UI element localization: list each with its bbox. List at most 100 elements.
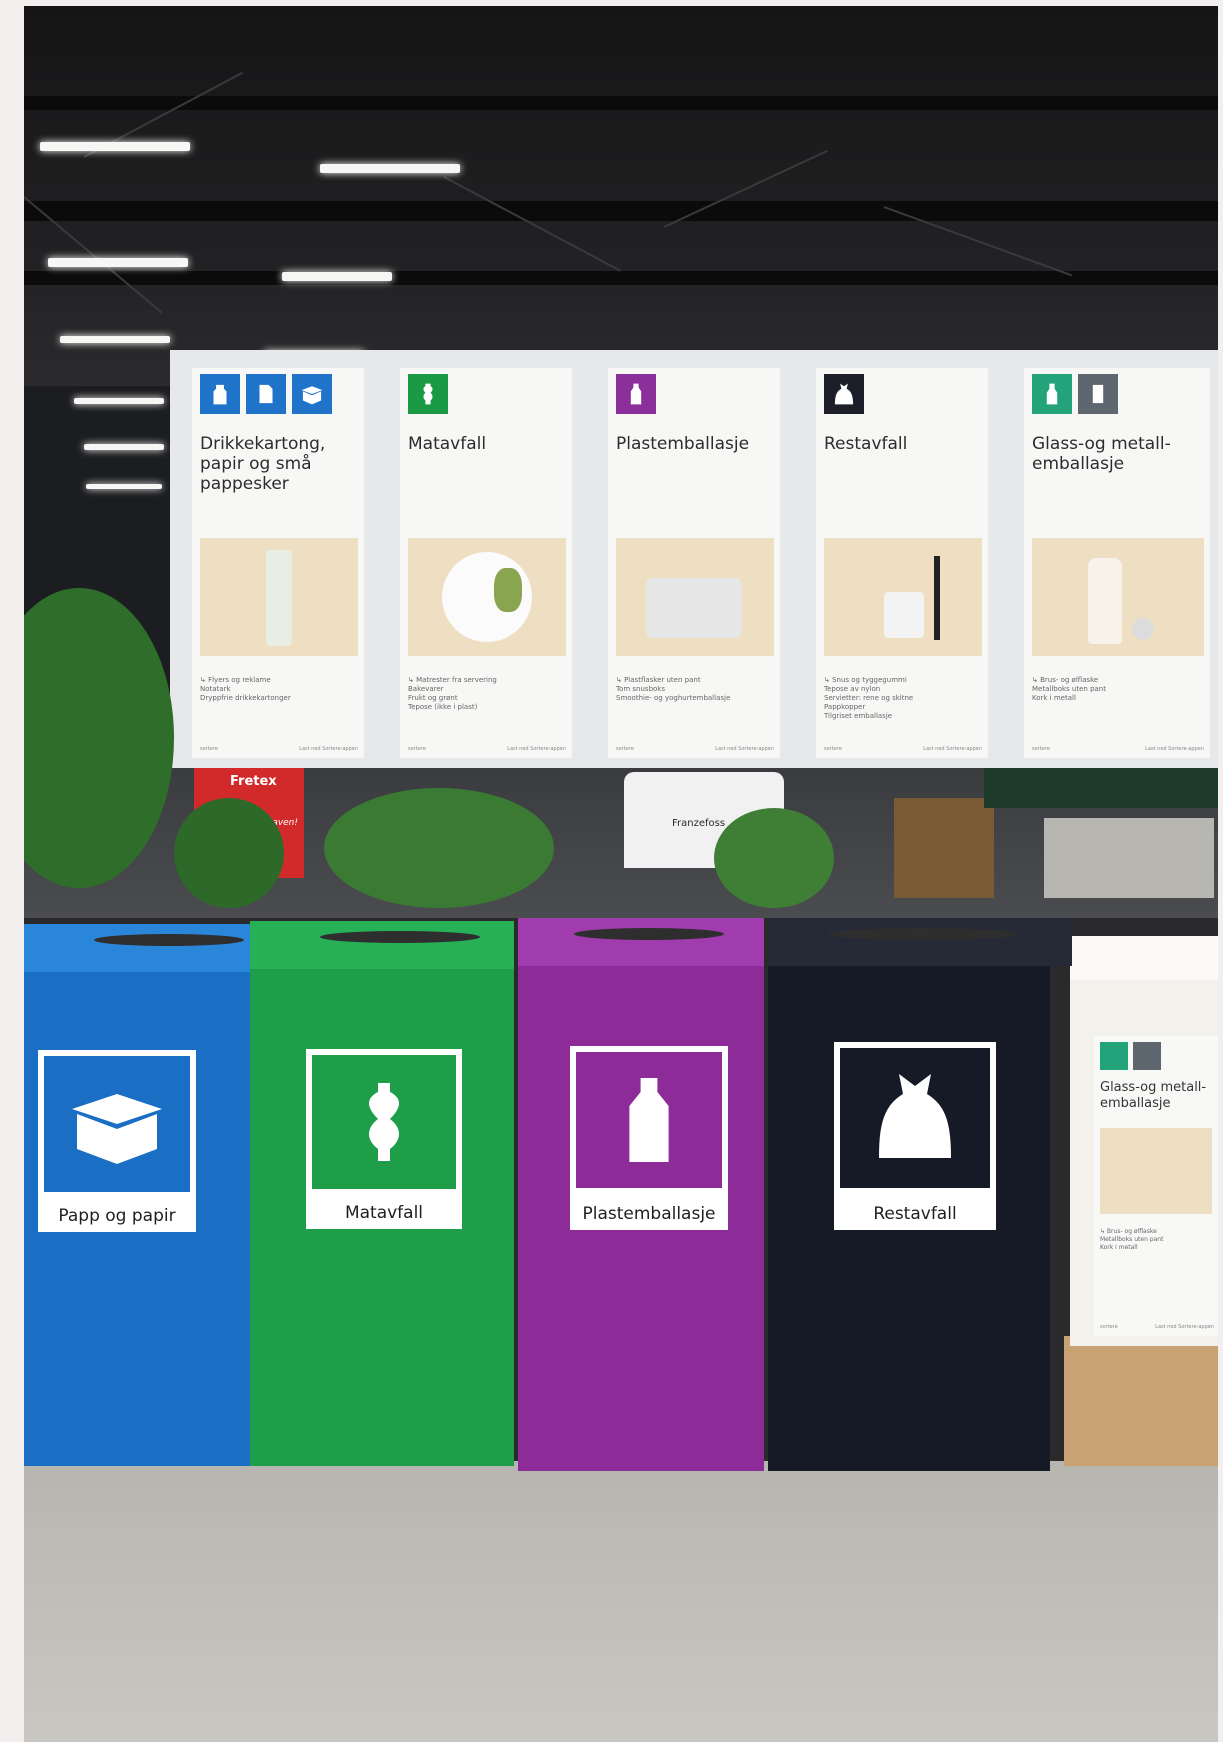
bottle-icon bbox=[576, 1052, 722, 1188]
trash-bag-icon bbox=[840, 1048, 990, 1188]
box-icon bbox=[292, 374, 332, 414]
bin-sticker: Matavfall bbox=[306, 1049, 462, 1229]
panel-notes: ↳ Plastflasker uten pant Tom snusboks Sm… bbox=[616, 676, 731, 702]
pen bbox=[934, 556, 940, 640]
carton-icon bbox=[200, 374, 240, 414]
sorting-banner: Drikkekartong, papir og små pappesker ↳ … bbox=[170, 350, 1218, 768]
glass-bottle-icon bbox=[1032, 374, 1072, 414]
box-sign-photo bbox=[1100, 1128, 1212, 1214]
metal-lid bbox=[1132, 618, 1154, 640]
panel-notes: ↳ Snus og tyggegummi Tepose av nylon Ser… bbox=[824, 676, 914, 720]
panel-notes: ↳ Brus- og ølflaske Metallboks uten pant… bbox=[1032, 676, 1106, 702]
panel-title: Matavfall bbox=[408, 434, 487, 454]
ceiling-light bbox=[74, 398, 164, 404]
wooden-crate bbox=[894, 798, 994, 898]
banner-panel-plastic: Plastemballasje ↳ Plastflasker uten pant… bbox=[608, 368, 780, 758]
ceiling-beam bbox=[24, 96, 1218, 110]
app-hint: Last ned Sortere-appen bbox=[1155, 1324, 1214, 1330]
brand-logo: sortere bbox=[200, 746, 218, 752]
trash-bag-icon bbox=[824, 374, 864, 414]
plant bbox=[174, 798, 284, 908]
panel-title: Restavfall bbox=[824, 434, 908, 454]
box-sign-title: Glass-og metall- emballasje bbox=[1100, 1080, 1207, 1111]
bin-opening bbox=[94, 934, 244, 946]
plant bbox=[324, 788, 554, 908]
bin-label: Matavfall bbox=[344, 1203, 424, 1223]
ceiling-light bbox=[320, 164, 460, 173]
bin-opening bbox=[320, 931, 480, 943]
ceiling-light bbox=[84, 444, 164, 450]
banner-panel-paper: Drikkekartong, papir og små pappesker ↳ … bbox=[192, 368, 364, 758]
glass-bottle-icon bbox=[1100, 1042, 1128, 1070]
white-chairs bbox=[1044, 818, 1214, 898]
box-sign: Glass-og metall- emballasje ↳ Brus- og ø… bbox=[1094, 1036, 1218, 1336]
ceiling bbox=[24, 6, 1218, 386]
bin-paper: Papp og papir bbox=[24, 924, 260, 1466]
bin-opening bbox=[828, 928, 1018, 940]
bin-label: Papp og papir bbox=[58, 1206, 176, 1226]
bin-lid bbox=[250, 921, 514, 969]
can-icon bbox=[1078, 374, 1118, 414]
ceiling-light bbox=[40, 142, 190, 151]
bin-sticker: Plastemballasje bbox=[570, 1046, 728, 1230]
brand-logo: sortere bbox=[1100, 1324, 1118, 1330]
booth-wall bbox=[984, 768, 1218, 808]
bin-lid bbox=[24, 924, 260, 972]
app-hint: Last ned Sortere-appen bbox=[1145, 746, 1204, 752]
bin-label: Restavfall bbox=[873, 1204, 957, 1224]
apple-core-icon bbox=[408, 374, 448, 414]
bin-label: Plastemballasje bbox=[582, 1204, 716, 1224]
ceiling-light bbox=[48, 258, 188, 267]
bin-residual: Restavfall bbox=[768, 918, 1072, 1471]
panel-photo bbox=[200, 538, 358, 656]
brand-logo: sortere bbox=[1032, 746, 1050, 752]
box-sign-notes: ↳ Brus- og ølflaske Metallboks uten pant… bbox=[1100, 1228, 1164, 1251]
ceiling-light bbox=[282, 272, 392, 281]
banner-panel-food: Matavfall ↳ Matrester fra servering Bake… bbox=[400, 368, 572, 758]
panel-title: Glass-og metall- emballasje bbox=[1032, 434, 1171, 474]
ceiling-light bbox=[86, 484, 162, 489]
exhibition-background: Fretex Takk for gaven! Franzefoss bbox=[24, 588, 1218, 918]
apple-core-icon bbox=[312, 1055, 456, 1189]
pallet bbox=[1064, 1336, 1218, 1466]
brand-logo: sortere bbox=[616, 746, 634, 752]
bin-opening bbox=[574, 928, 724, 940]
bin-sticker: Papp og papir bbox=[38, 1050, 196, 1232]
can-icon bbox=[1133, 1042, 1161, 1070]
floor bbox=[24, 1461, 1218, 1742]
bin-food: Matavfall bbox=[250, 921, 514, 1466]
app-hint: Last ned Sortere-appen bbox=[923, 746, 982, 752]
milk-carton bbox=[266, 550, 292, 646]
truck-logo: Franzefoss bbox=[672, 818, 726, 829]
ceiling-beam bbox=[24, 271, 1218, 285]
panel-photo bbox=[824, 538, 982, 656]
ceiling-beam bbox=[24, 201, 1218, 221]
app-hint: Last ned Sortere-appen bbox=[507, 746, 566, 752]
panel-notes: ↳ Matrester fra servering Bakevarer Fruk… bbox=[408, 676, 497, 711]
truss bbox=[443, 176, 622, 272]
plant bbox=[714, 808, 834, 908]
panel-title: Plastemballasje bbox=[616, 434, 750, 454]
plastic-tub bbox=[646, 578, 742, 638]
bin-lid bbox=[518, 918, 764, 966]
food bbox=[494, 568, 522, 612]
bin-plastic: Plastemballasje bbox=[518, 918, 764, 1471]
bin-sticker: Restavfall bbox=[834, 1042, 996, 1230]
bottle-icon bbox=[616, 374, 656, 414]
glass-bottle bbox=[1088, 558, 1122, 644]
photo: Drikkekartong, papir og små pappesker ↳ … bbox=[24, 6, 1218, 1742]
brand-logo: sortere bbox=[824, 746, 842, 752]
panel-photo bbox=[408, 538, 566, 656]
app-hint: Last ned Sortere-appen bbox=[299, 746, 358, 752]
banner-panel-residual: Restavfall ↳ Snus og tyggegummi Tepose a… bbox=[816, 368, 988, 758]
glass-metal-box: Glass-og metall- emballasje ↳ Brus- og ø… bbox=[1070, 936, 1218, 1346]
bin-lid bbox=[768, 918, 1072, 966]
banner-panel-glass-metal: Glass-og metall- emballasje ↳ Brus- og ø… bbox=[1024, 368, 1210, 758]
panel-photo bbox=[616, 538, 774, 656]
panel-notes: ↳ Flyers og reklame Notatark Dryppfrie d… bbox=[200, 676, 291, 702]
app-hint: Last ned Sortere-appen bbox=[715, 746, 774, 752]
panel-title: Drikkekartong, papir og små pappesker bbox=[200, 434, 326, 494]
fretex-logo: Fretex bbox=[230, 774, 277, 789]
paper-icon bbox=[246, 374, 286, 414]
brand-logo: sortere bbox=[408, 746, 426, 752]
